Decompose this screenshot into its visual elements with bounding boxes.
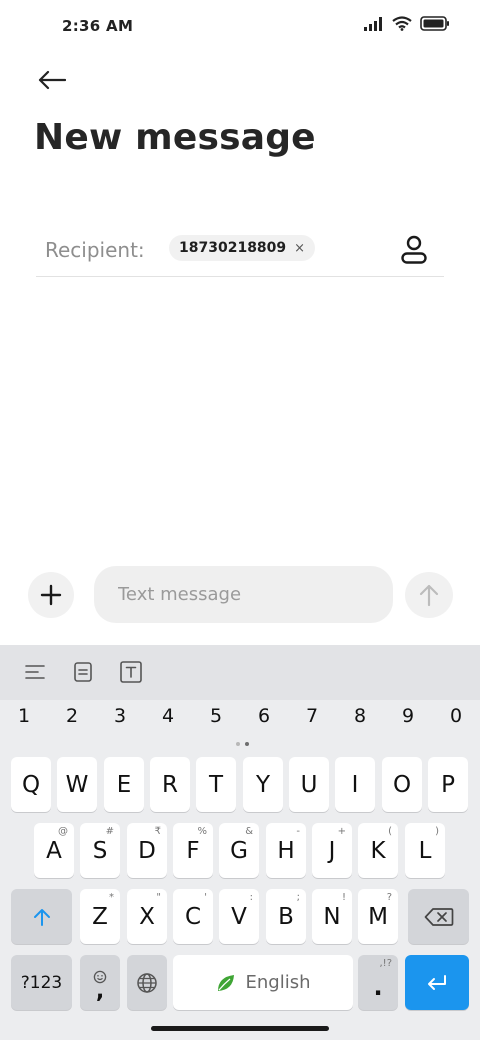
add-attachment-button[interactable]: [28, 572, 74, 618]
shift-key[interactable]: [11, 889, 72, 944]
page-title: New message: [34, 117, 316, 158]
key-t[interactable]: T: [196, 757, 236, 812]
key-4[interactable]: 4: [148, 705, 188, 727]
recipient-chip-number: 18730218809: [179, 240, 287, 256]
key-j[interactable]: + J: [312, 823, 352, 878]
symbols-key[interactable]: ?123: [11, 955, 72, 1010]
keyboard-page-indicator: [236, 742, 249, 746]
period-key[interactable]: ,!? .: [358, 955, 398, 1010]
key-9[interactable]: 9: [388, 705, 428, 727]
space-key[interactable]: English: [173, 955, 353, 1010]
key-u[interactable]: U: [289, 757, 329, 812]
key-a[interactable]: @ A: [34, 823, 74, 878]
status-time: 2:36 AM: [62, 17, 134, 35]
key-b[interactable]: ; B: [266, 889, 306, 944]
key-h[interactable]: -H: [266, 823, 306, 878]
shift-arrow-icon: [33, 908, 50, 926]
page-dot-active: [245, 742, 249, 746]
key-i[interactable]: I: [335, 757, 375, 812]
space-key-label: English: [245, 972, 311, 993]
text-format-icon[interactable]: [118, 659, 144, 685]
key-v[interactable]: :V: [219, 889, 259, 944]
back-button[interactable]: [34, 64, 70, 96]
language-key[interactable]: [127, 955, 167, 1010]
key-0[interactable]: 0: [436, 705, 476, 727]
key-p[interactable]: P: [428, 757, 468, 812]
key-k[interactable]: (K: [358, 823, 398, 878]
recipient-chip[interactable]: 18730218809 ×: [169, 235, 316, 261]
enter-icon: [428, 974, 446, 990]
recipient-label: Recipient:: [45, 238, 145, 262]
menu-lines-icon[interactable]: [22, 659, 48, 685]
key-r[interactable]: R: [150, 757, 190, 812]
signal-icon: [364, 16, 384, 35]
comma-label: ,: [95, 978, 105, 1004]
key-y[interactable]: Y: [243, 757, 283, 812]
backspace-icon: [424, 907, 453, 926]
send-button[interactable]: [405, 572, 453, 618]
backspace-key[interactable]: [408, 889, 469, 944]
recipient-row[interactable]: Recipient: 18730218809 ×: [36, 222, 444, 277]
key-g[interactable]: & G: [219, 823, 259, 878]
home-indicator[interactable]: [151, 1026, 329, 1031]
key-s[interactable]: # S: [80, 823, 120, 878]
key-5[interactable]: 5: [196, 705, 236, 727]
key-f[interactable]: % F: [173, 823, 213, 878]
key-x[interactable]: " X: [127, 889, 167, 944]
key-o[interactable]: O: [382, 757, 422, 812]
battery-icon: [420, 16, 450, 35]
period-hint: ,!?: [379, 958, 393, 969]
key-m[interactable]: ? M: [358, 889, 398, 944]
key-w[interactable]: W: [57, 757, 97, 812]
key-7[interactable]: 7: [292, 705, 332, 727]
plus-icon: [40, 584, 62, 606]
key-e[interactable]: E: [104, 757, 144, 812]
page-dot: [236, 742, 240, 746]
symbols-key-label: ?123: [20, 972, 63, 993]
key-l[interactable]: ) L: [405, 823, 445, 878]
key-q[interactable]: Q: [11, 757, 51, 812]
status-icons: [364, 16, 450, 35]
clipboard-icon[interactable]: [70, 659, 96, 685]
key-6[interactable]: 6: [244, 705, 284, 727]
enter-key[interactable]: [405, 955, 469, 1010]
period-label: .: [373, 972, 383, 1001]
remove-recipient-icon[interactable]: ×: [294, 241, 305, 256]
globe-icon: [137, 972, 157, 993]
person-icon: [401, 235, 427, 264]
key-z[interactable]: * Z: [80, 889, 120, 944]
keyboard-toolbar: [0, 645, 480, 700]
arrow-up-icon: [419, 584, 439, 607]
key-8[interactable]: 8: [340, 705, 380, 727]
emoji-comma-key[interactable]: ,: [80, 955, 120, 1010]
key-1[interactable]: 1: [4, 705, 44, 727]
key-d[interactable]: ₹ D: [127, 823, 167, 878]
contacts-button[interactable]: [398, 234, 430, 266]
wifi-icon: [392, 16, 412, 35]
status-bar: 2:36 AM: [0, 0, 480, 54]
key-c[interactable]: ' C: [173, 889, 213, 944]
key-2[interactable]: 2: [52, 705, 92, 727]
message-input[interactable]: [94, 566, 393, 623]
key-n[interactable]: ! N: [312, 889, 352, 944]
keyboard: 1 2 3 4 5 6 7 8 9 0 Q W E R T Y U I O P …: [0, 645, 480, 1040]
arrow-left-icon: [38, 70, 66, 90]
leaf-icon: [217, 974, 234, 991]
key-3[interactable]: 3: [100, 705, 140, 727]
number-row: 1 2 3 4 5 6 7 8 9 0: [0, 705, 480, 737]
